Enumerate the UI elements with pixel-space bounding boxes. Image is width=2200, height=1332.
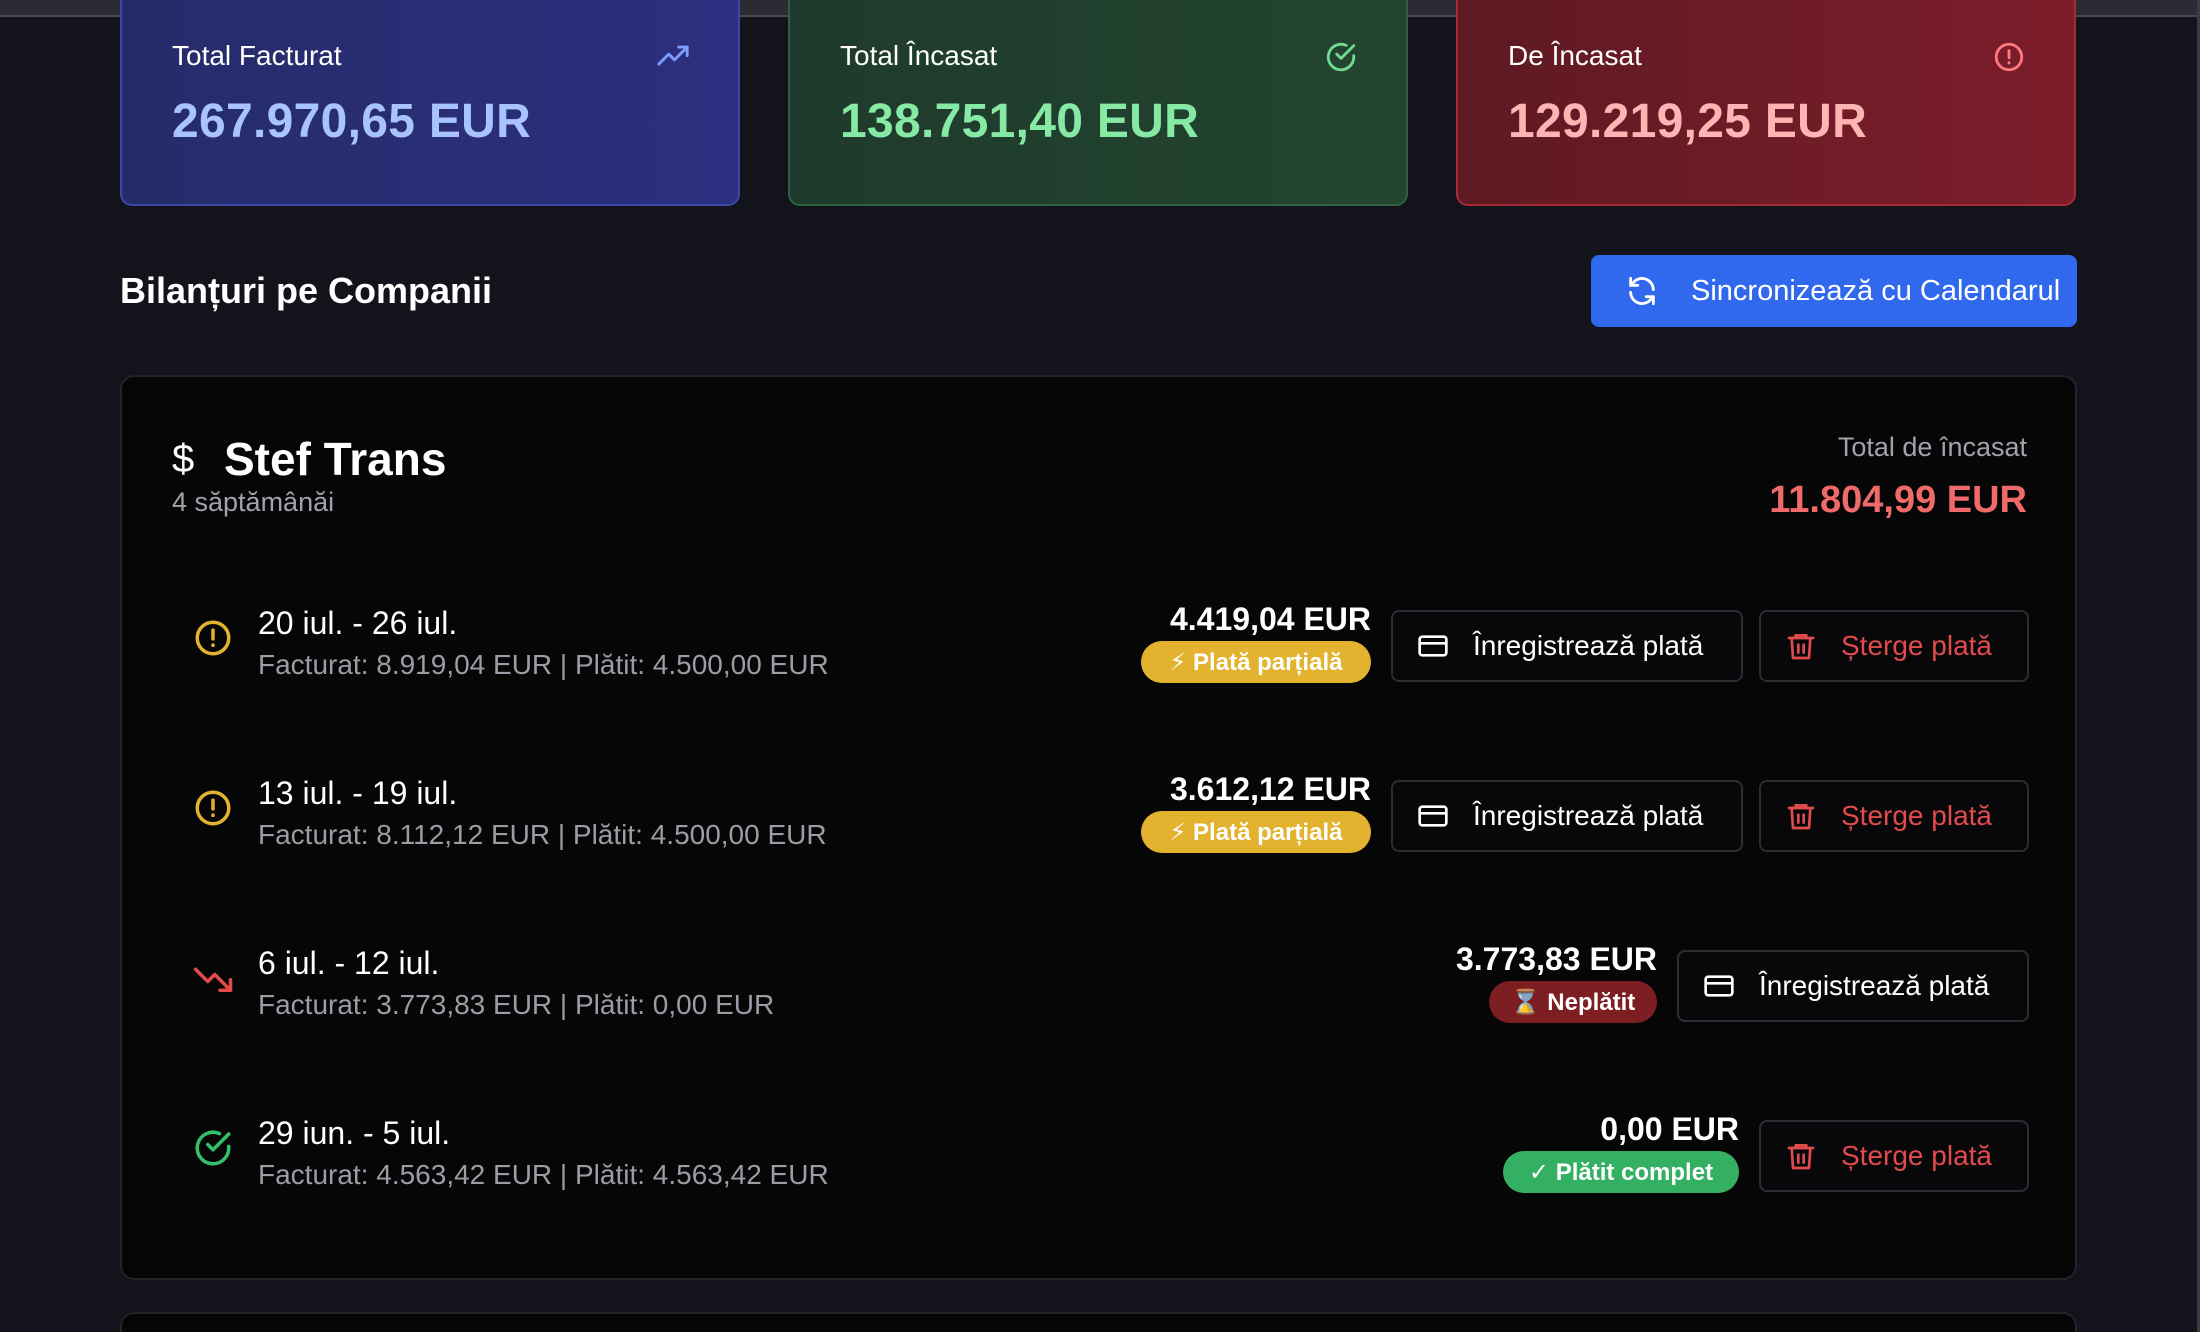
- stat-label: Total Încasat: [840, 40, 998, 71]
- dollar-icon: $: [172, 436, 195, 481]
- delete-payment-label: Șterge plată: [1841, 630, 1992, 661]
- week-amount: 4.419,04 EUR: [1169, 601, 1371, 637]
- week-period: 20 iul. - 26 iul.: [258, 605, 458, 641]
- trending-down-icon: [193, 967, 233, 992]
- status-badge: ⌛ Neplătit: [1489, 981, 1657, 1023]
- week-row: 6 iul. - 12 iul. Facturat: 3.773,83 EUR …: [172, 915, 2029, 1035]
- status-badge: ✓ Plătit complet: [1503, 1151, 1739, 1193]
- record-payment-label: Înregistrează plată: [1473, 630, 1704, 661]
- week-period: 29 iun. - 5 iul.: [258, 1115, 451, 1151]
- check-circle-icon: [195, 1130, 231, 1166]
- company-panel: $ Stef Trans 4 săptămânăi Total de încas…: [120, 375, 2077, 1280]
- delete-payment-button[interactable]: Șterge plată: [1759, 610, 2029, 682]
- alert-circle-icon: [195, 790, 231, 826]
- record-payment-button[interactable]: Înregistrează plată: [1391, 610, 1743, 682]
- alert-circle-icon: [195, 620, 231, 656]
- page: Total Facturat 267.970,65 EUR Total Înca…: [0, 0, 2200, 1332]
- status-badge: ⚡ Plată parțială: [1141, 641, 1371, 683]
- record-payment-button[interactable]: Înregistrează plată: [1677, 950, 2029, 1022]
- check-circle-icon: [1326, 42, 1356, 72]
- week-detail: Facturat: 8.919,04 EUR | Plătit: 4.500,0…: [258, 649, 829, 680]
- delete-payment-label: Șterge plată: [1841, 800, 1992, 831]
- sync-calendar-button[interactable]: Sincronizează cu Calendarul: [1591, 255, 2077, 327]
- week-row: 13 iul. - 19 iul. Facturat: 8.112,12 EUR…: [172, 745, 2029, 865]
- company-name: Stef Trans: [224, 433, 447, 485]
- status-badge: ⚡ Plată parțială: [1141, 811, 1371, 853]
- week-detail: Facturat: 4.563,42 EUR | Plătit: 4.563,4…: [258, 1159, 829, 1190]
- trash-icon: [1787, 634, 1815, 660]
- company-due-value: 11.804,99 EUR: [1769, 479, 2027, 521]
- record-payment-label: Înregistrează plată: [1473, 800, 1704, 831]
- week-detail: Facturat: 3.773,83 EUR | Plătit: 0,00 EU…: [258, 989, 775, 1020]
- record-payment-label: Înregistrează plată: [1759, 970, 1990, 1001]
- stat-value: 138.751,40 EUR: [840, 95, 1200, 148]
- week-amount: 3.612,12 EUR: [1169, 771, 1371, 807]
- delete-payment-label: Șterge plată: [1841, 1140, 1992, 1171]
- sync-calendar-label: Sincronizează cu Calendarul: [1691, 274, 2061, 307]
- credit-card-icon: [1418, 635, 1448, 657]
- week-row: 29 iun. - 5 iul. Facturat: 4.563,42 EUR …: [172, 1085, 2029, 1205]
- alert-circle-icon: [1994, 42, 2024, 72]
- company-header: $ Stef Trans: [172, 432, 446, 486]
- refresh-icon: [1629, 276, 1655, 306]
- stat-label: Total Facturat: [172, 40, 342, 71]
- stat-label: De Încasat: [1508, 40, 1642, 71]
- record-payment-button[interactable]: Înregistrează plată: [1391, 780, 1743, 852]
- trending-up-icon: [657, 45, 689, 66]
- next-company-panel: [120, 1312, 2077, 1332]
- week-period: 6 iul. - 12 iul.: [258, 945, 440, 981]
- stat-card-total-invoiced: Total Facturat 267.970,65 EUR: [120, 0, 740, 206]
- company-due-label: Total de încasat: [1837, 432, 2027, 462]
- delete-payment-button[interactable]: Șterge plată: [1759, 1120, 2029, 1192]
- stat-card-to-collect: De Încasat 129.219,25 EUR: [1456, 0, 2076, 206]
- credit-card-icon: [1704, 975, 1734, 997]
- week-detail: Facturat: 8.112,12 EUR | Plătit: 4.500,0…: [258, 819, 827, 850]
- stat-value: 267.970,65 EUR: [172, 95, 532, 148]
- delete-payment-button[interactable]: Șterge plată: [1759, 780, 2029, 852]
- week-amount: 3.773,83 EUR: [1455, 941, 1657, 977]
- trash-icon: [1787, 1144, 1815, 1170]
- stats-cards: Total Facturat 267.970,65 EUR Total Înca…: [120, 0, 2076, 206]
- stat-card-total-collected: Total Încasat 138.751,40 EUR: [788, 0, 1408, 206]
- stat-value: 129.219,25 EUR: [1508, 95, 1868, 148]
- credit-card-icon: [1418, 805, 1448, 827]
- trash-icon: [1787, 804, 1815, 830]
- section-title: Bilanțuri pe Companii: [120, 270, 493, 311]
- company-week-count: 4 săptămânăi: [172, 487, 335, 517]
- week-row: 20 iul. - 26 iul. Facturat: 8.919,04 EUR…: [172, 575, 2029, 695]
- week-amount: 0,00 EUR: [1600, 1111, 1739, 1147]
- week-period: 13 iul. - 19 iul.: [258, 775, 458, 811]
